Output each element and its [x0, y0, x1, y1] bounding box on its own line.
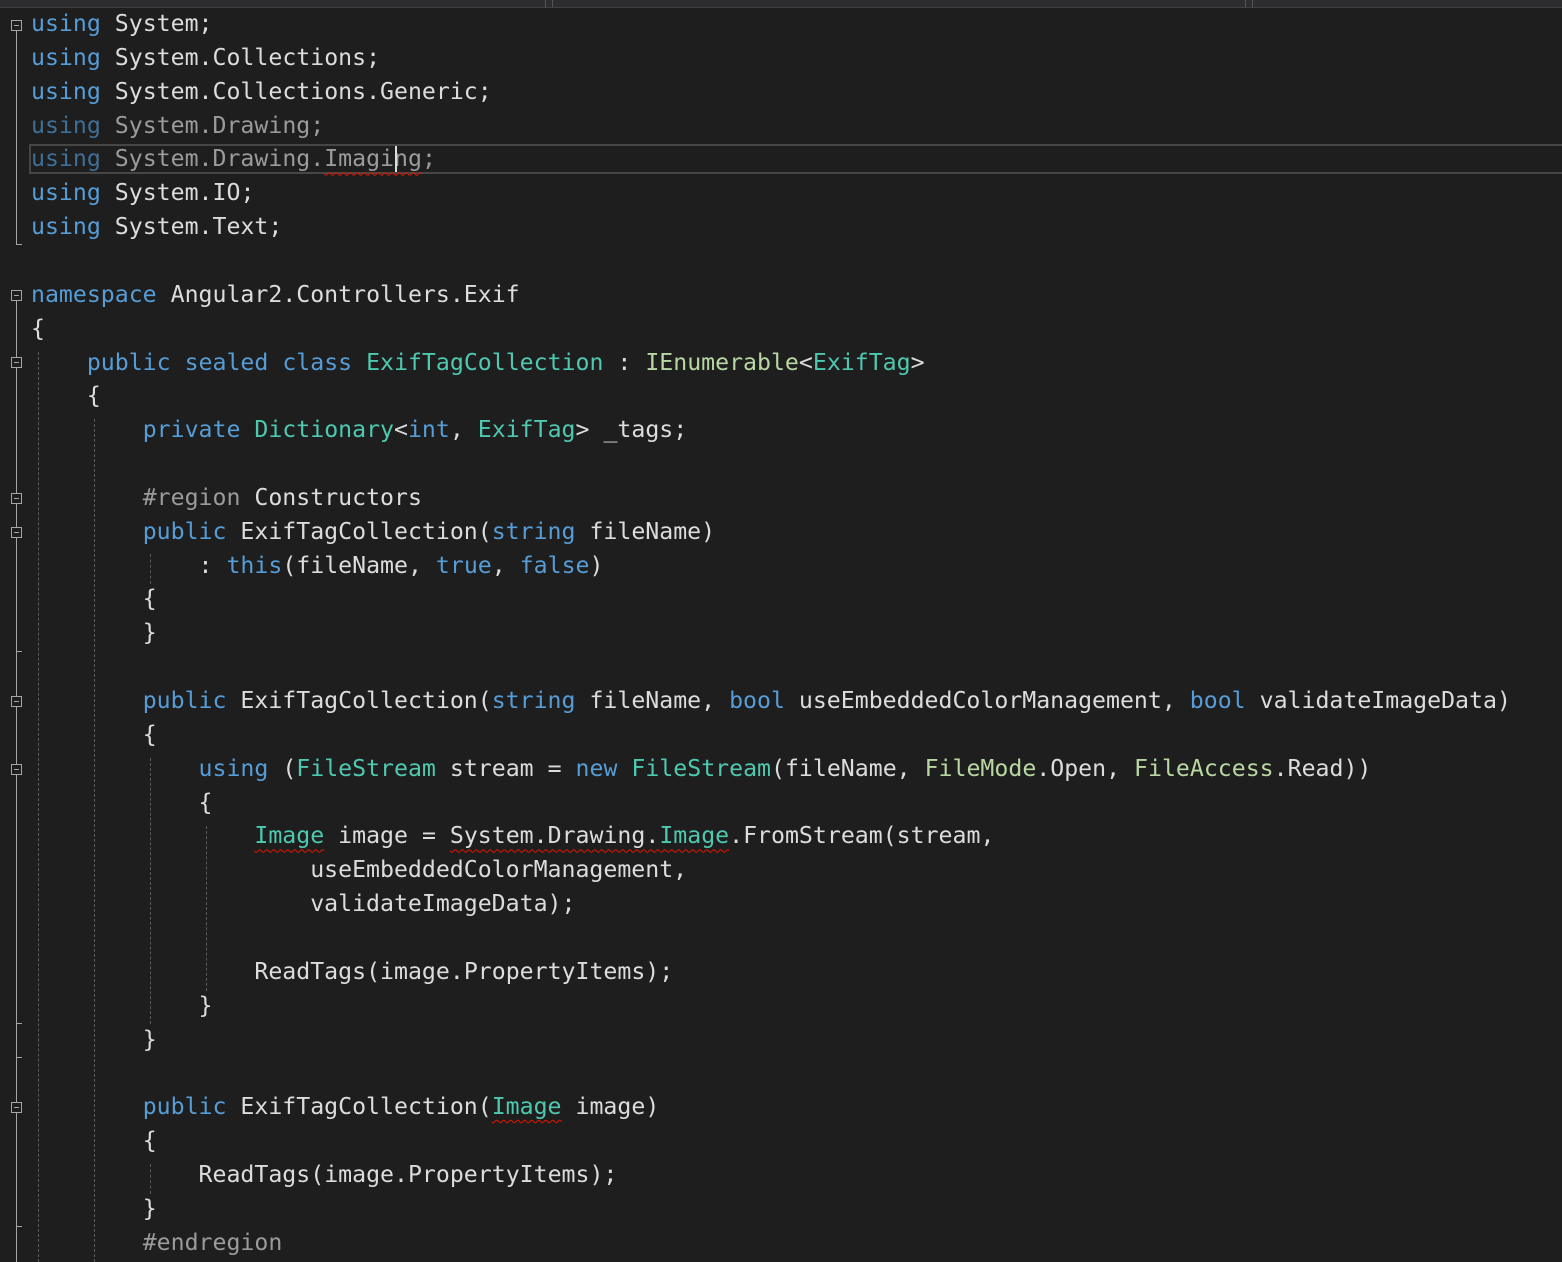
code-line[interactable]: private Dictionary<int, ExifTag> _tags; — [0, 413, 1562, 447]
code-text: { — [142, 585, 157, 613]
code-line[interactable]: { — [0, 582, 1562, 616]
code-line[interactable]: } — [0, 1192, 1562, 1226]
code-line[interactable]: { — [0, 718, 1562, 752]
code-line[interactable]: { — [0, 1124, 1562, 1158]
code-line[interactable]: public ExifTagCollection(string fileName… — [0, 515, 1562, 549]
code-line[interactable]: namespace Angular2.Controllers.Exif — [0, 278, 1562, 312]
tab-separator — [1252, 0, 1253, 7]
code-text: using System; — [31, 10, 213, 37]
code-text: } — [198, 991, 213, 1019]
code-line[interactable]: } — [0, 616, 1562, 650]
tab-separator — [545, 0, 546, 7]
code-line[interactable]: using System.Collections; — [0, 41, 1562, 75]
code-line[interactable]: ReadTags(image.PropertyItems); — [0, 1158, 1562, 1192]
code-line[interactable]: Image image = System.Drawing.Image.FromS… — [0, 819, 1562, 853]
code-text: ReadTags(image.PropertyItems); — [254, 957, 674, 985]
code-text: public sealed class ExifTagCollection : … — [86, 348, 925, 376]
code-text: using System.Collections.Generic; — [31, 77, 492, 105]
code-line[interactable]: public ExifTagCollection(Image image) — [0, 1090, 1562, 1124]
code-text: useEmbeddedColorManagement, — [310, 856, 688, 884]
code-text: { — [142, 720, 157, 748]
code-text: using System.Text; — [31, 213, 283, 241]
code-text: #region Constructors — [142, 483, 422, 511]
code-text: using System.Collections; — [31, 43, 381, 71]
code-text: { — [31, 314, 45, 342]
code-text: using System.Drawing; — [31, 111, 325, 139]
code-line[interactable]: public ExifTagCollection(string fileName… — [0, 684, 1562, 718]
code-text: private Dictionary<int, ExifTag> _tags; — [142, 416, 688, 444]
code-text: { — [142, 1127, 157, 1155]
code-line[interactable] — [0, 447, 1562, 481]
code-line[interactable]: } — [0, 989, 1562, 1023]
code-line[interactable]: public sealed class ExifTagCollection : … — [0, 346, 1562, 380]
code-text: } — [142, 1194, 157, 1222]
code-text: public ExifTagCollection(string fileName… — [142, 687, 1511, 714]
code-line[interactable]: #endregion — [0, 1226, 1562, 1260]
code-line[interactable]: } — [0, 1023, 1562, 1057]
code-line[interactable] — [0, 244, 1562, 278]
code-line[interactable]: #region Constructors — [0, 481, 1562, 515]
code-text: #endregion — [142, 1228, 283, 1256]
code-editor[interactable]: using System; using System.Collections; us… — [0, 7, 1562, 1262]
code-text: { — [198, 788, 213, 816]
code-line[interactable]: using System.Drawing; — [0, 109, 1562, 143]
tab-separator — [1245, 0, 1246, 7]
code-line[interactable]: using System.Drawing.Imaging; — [0, 142, 1562, 176]
code-text: Image image = System.Drawing.Image.FromS… — [254, 822, 995, 850]
code-text: { — [86, 382, 101, 410]
tab-separator — [552, 0, 553, 7]
code-text: public ExifTagCollection(string fileName… — [142, 517, 716, 545]
code-text: using System.IO; — [31, 179, 255, 207]
code-line[interactable] — [0, 1056, 1562, 1090]
code-text: } — [142, 1025, 157, 1053]
code-line[interactable]: using (FileStream stream = new FileStrea… — [0, 752, 1562, 786]
text-caret — [395, 146, 397, 173]
code-line[interactable]: using System.Collections.Generic; — [0, 75, 1562, 109]
code-line[interactable]: validateImageData); — [0, 887, 1562, 921]
code-text: public ExifTagCollection(Image image) — [142, 1093, 660, 1121]
code-text: using (FileStream stream = new FileStrea… — [198, 754, 1372, 782]
code-line[interactable]: using System.IO; — [0, 176, 1562, 210]
code-line[interactable]: : this(fileName, true, false) — [0, 549, 1562, 583]
code-text: validateImageData); — [310, 890, 576, 918]
code-text: : this(fileName, true, false) — [198, 551, 604, 579]
code-line[interactable] — [0, 921, 1562, 955]
code-line[interactable]: using System; — [0, 7, 1562, 41]
code-line[interactable]: { — [0, 379, 1562, 413]
code-line[interactable]: { — [0, 312, 1562, 346]
code-line[interactable]: ReadTags(image.PropertyItems); — [0, 955, 1562, 989]
code-text: ReadTags(image.PropertyItems); — [198, 1160, 618, 1188]
code-text: using System.Drawing.Imaging; — [31, 145, 436, 173]
code-line[interactable]: { — [0, 786, 1562, 820]
code-text: } — [142, 619, 157, 647]
code-line[interactable]: useEmbeddedColorManagement, — [0, 853, 1562, 887]
code-line[interactable] — [0, 650, 1562, 684]
code-text: namespace Angular2.Controllers.Exif — [31, 280, 520, 308]
code-line[interactable]: using System.Text; — [0, 210, 1562, 244]
